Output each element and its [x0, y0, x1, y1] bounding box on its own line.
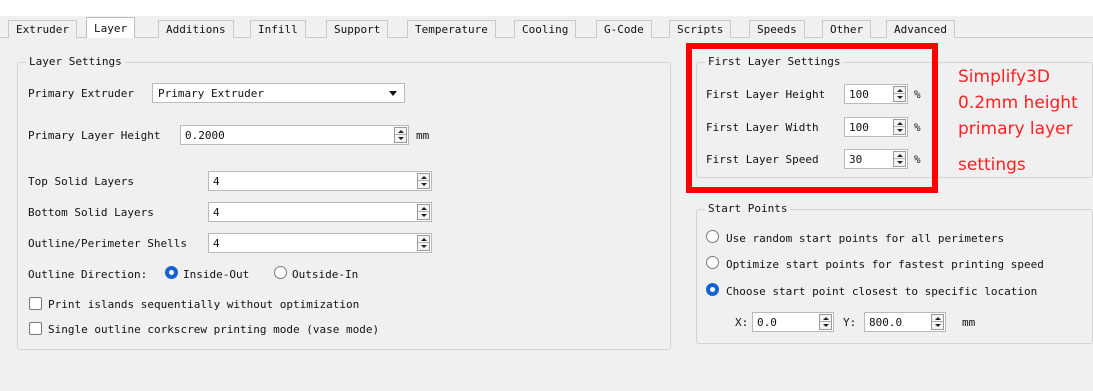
x-coordinate-label: X:: [735, 316, 749, 329]
top-solid-input[interactable]: [209, 172, 414, 190]
x-spin-buttons: [819, 314, 832, 330]
spin-up-icon[interactable]: [418, 236, 429, 243]
spin-up-icon[interactable]: [418, 205, 429, 212]
tab-infill[interactable]: Infill: [250, 20, 306, 38]
inside-out-radio[interactable]: [165, 266, 178, 279]
layer-settings-title: Layer Settings: [26, 55, 125, 68]
tab-layer[interactable]: Layer: [86, 17, 136, 39]
y-coordinate-label: Y:: [843, 316, 857, 329]
annotation-line-4: settings: [958, 155, 1026, 175]
top-solid-label: Top Solid Layers: [28, 175, 134, 188]
start-point-unit: mm: [962, 316, 976, 329]
layer-height-label: Primary Layer Height: [28, 129, 161, 142]
shells-input[interactable]: [209, 234, 414, 252]
spin-down-icon[interactable]: [418, 212, 429, 219]
outside-in-radio[interactable]: [274, 266, 287, 279]
outside-in-label[interactable]: Outside-In: [292, 268, 358, 281]
annotation-text: Simplify3D 0.2mm height primary layer se…: [958, 64, 1093, 178]
islands-label[interactable]: Print islands sequentially without optim…: [48, 298, 359, 311]
tab-support[interactable]: Support: [326, 20, 389, 38]
islands-checkbox[interactable]: [29, 297, 42, 310]
x-coordinate-stepper[interactable]: [752, 312, 834, 332]
spin-up-icon[interactable]: [932, 315, 943, 322]
primary-extruder-value: Primary Extruder: [158, 87, 264, 100]
outline-direction-label: Outline Direction:: [28, 268, 148, 281]
tab-other[interactable]: Other: [822, 20, 872, 38]
tab-cooling[interactable]: Cooling: [514, 20, 577, 38]
dropdown-arrow-icon: [389, 91, 397, 96]
tab-additions[interactable]: Additions: [158, 20, 234, 38]
tab-advanced[interactable]: Advanced: [886, 20, 955, 38]
shells-label: Outline/Perimeter Shells: [28, 237, 187, 250]
spin-up-icon[interactable]: [820, 315, 831, 322]
layer-height-input[interactable]: [181, 126, 391, 144]
annotation-line-3: primary layer: [958, 119, 1073, 139]
bottom-solid-stepper[interactable]: [208, 202, 432, 222]
layer-height-stepper[interactable]: [180, 125, 409, 145]
tab-speeds[interactable]: Speeds: [749, 20, 805, 38]
vase-mode-checkbox[interactable]: [29, 322, 42, 335]
spin-down-icon[interactable]: [932, 322, 943, 329]
tab-gcode[interactable]: G-Code: [596, 20, 652, 38]
annotation-line-2: 0.2mm height: [958, 93, 1078, 113]
spin-up-icon[interactable]: [418, 174, 429, 181]
bottom-solid-input[interactable]: [209, 203, 414, 221]
top-solid-stepper[interactable]: [208, 171, 432, 191]
spin-down-icon[interactable]: [418, 243, 429, 250]
shells-stepper[interactable]: [208, 233, 432, 253]
spin-down-icon[interactable]: [395, 135, 406, 142]
bottom-solid-spin-buttons: [417, 204, 430, 220]
optimize-start-radio[interactable]: [706, 256, 719, 269]
y-coordinate-stepper[interactable]: [864, 312, 946, 332]
random-start-radio[interactable]: [706, 230, 719, 243]
y-coordinate-input[interactable]: [865, 313, 929, 331]
annotation-line-1: Simplify3D: [958, 67, 1050, 87]
tab-scripts[interactable]: Scripts: [669, 20, 732, 38]
start-points-title: Start Points: [705, 202, 791, 215]
shells-spin-buttons: [417, 235, 430, 251]
spin-up-icon[interactable]: [395, 128, 406, 135]
layer-height-unit: mm: [416, 129, 430, 142]
top-solid-spin-buttons: [417, 173, 430, 189]
x-coordinate-input[interactable]: [753, 313, 817, 331]
inside-out-label[interactable]: Inside-Out: [183, 268, 249, 281]
tab-bar: Extruder Layer Additions Infill Support …: [0, 16, 1093, 39]
highlight-box: [686, 43, 938, 193]
closest-start-label[interactable]: Choose start point closest to specific l…: [726, 285, 1037, 298]
spin-down-icon[interactable]: [418, 181, 429, 188]
tab-temperature[interactable]: Temperature: [407, 20, 496, 38]
primary-extruder-select[interactable]: Primary Extruder: [152, 83, 405, 103]
optimize-start-label[interactable]: Optimize start points for fastest printi…: [726, 258, 1044, 271]
spin-down-icon[interactable]: [820, 322, 831, 329]
primary-extruder-label: Primary Extruder: [28, 87, 134, 100]
tab-extruder[interactable]: Extruder: [8, 20, 77, 38]
bottom-solid-label: Bottom Solid Layers: [28, 206, 154, 219]
closest-start-radio[interactable]: [706, 283, 719, 296]
y-spin-buttons: [931, 314, 944, 330]
random-start-label[interactable]: Use random start points for all perimete…: [726, 232, 1004, 245]
layer-height-spin-buttons: [394, 127, 407, 143]
vase-mode-label[interactable]: Single outline corkscrew printing mode (…: [48, 323, 379, 336]
